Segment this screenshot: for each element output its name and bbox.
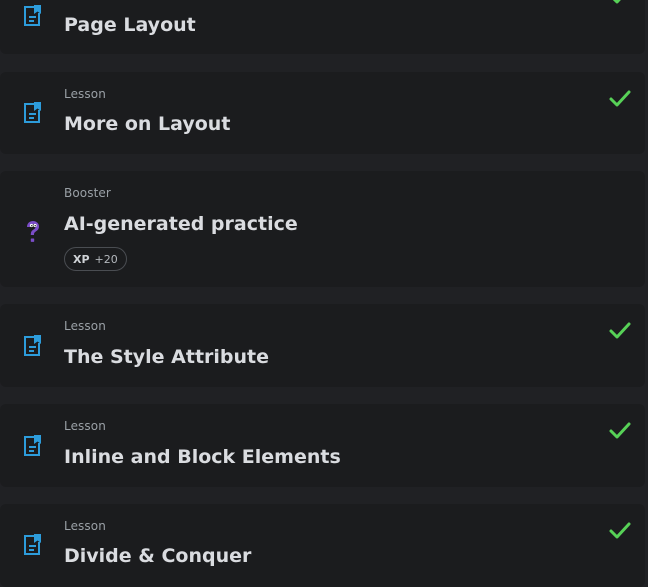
checkmark-icon	[608, 421, 632, 441]
checkmark-icon	[608, 0, 632, 6]
question-mark-icon	[22, 219, 44, 243]
lesson-title: More on Layout	[64, 113, 231, 135]
lesson-card-style-attribute[interactable]: Lesson The Style Attribute	[0, 304, 645, 387]
lesson-card-divide-conquer[interactable]: Lesson Divide & Conquer	[0, 504, 645, 587]
lesson-title: Page Layout	[64, 14, 196, 36]
checkmark-icon	[608, 521, 632, 541]
xp-label: XP	[73, 252, 90, 266]
lesson-card-inline-block[interactable]: Lesson Inline and Block Elements	[0, 404, 645, 487]
lesson-icon	[21, 101, 43, 125]
xp-badge: XP +20	[64, 247, 127, 271]
lesson-title: Inline and Block Elements	[64, 446, 341, 468]
lesson-type-label: Lesson	[64, 519, 106, 533]
lesson-card-page-layout[interactable]: Page Layout	[0, 0, 645, 54]
lesson-icon	[21, 334, 43, 358]
lesson-icon	[21, 4, 43, 28]
checkmark-icon	[608, 321, 632, 341]
lesson-icon	[21, 533, 43, 557]
lesson-icon	[21, 434, 43, 458]
lesson-card-more-on-layout[interactable]: Lesson More on Layout	[0, 72, 645, 154]
lesson-type-label: Lesson	[64, 87, 106, 101]
lesson-title: Divide & Conquer	[64, 545, 252, 567]
booster-title: AI-generated practice	[64, 213, 298, 235]
lesson-title: The Style Attribute	[64, 346, 270, 368]
xp-value: +20	[94, 252, 118, 266]
booster-card-ai-practice[interactable]: Booster AI-generated practice XP +20	[0, 171, 645, 287]
lesson-type-label: Lesson	[64, 419, 106, 433]
lesson-list: Page Layout Lesson More on Layout Booste…	[0, 0, 648, 587]
lesson-type-label: Lesson	[64, 319, 106, 333]
checkmark-icon	[608, 89, 632, 109]
booster-type-label: Booster	[64, 186, 111, 200]
